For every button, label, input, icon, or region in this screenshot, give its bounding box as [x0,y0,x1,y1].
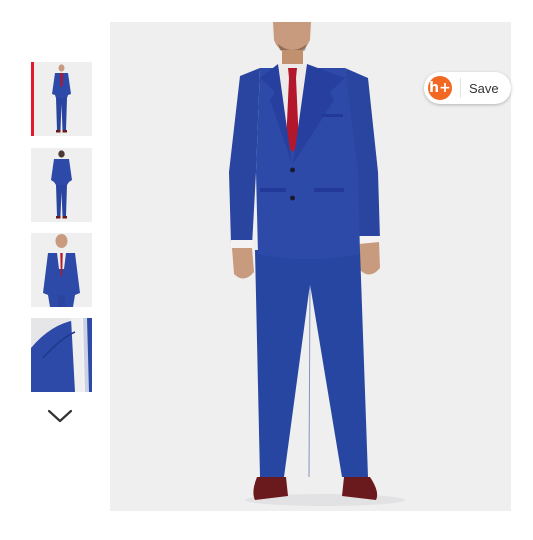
next-thumbnails-button[interactable] [44,404,76,428]
save-button[interactable]: h+ Save [424,72,511,104]
thumbnail-closeup[interactable] [31,318,92,392]
suit-back-image [31,148,92,222]
save-button-label: Save [469,80,499,96]
divider [460,78,461,98]
suit-jacket-image [31,233,92,307]
suit-front-image [31,62,92,136]
thumbnail-front[interactable] [31,62,92,136]
thumbnail-back[interactable] [31,148,92,222]
honey-logo-icon: h+ [428,76,452,100]
thumbnail-detail[interactable] [31,233,92,307]
chevron-down-icon [47,409,73,423]
suit-closeup-image [31,318,92,392]
